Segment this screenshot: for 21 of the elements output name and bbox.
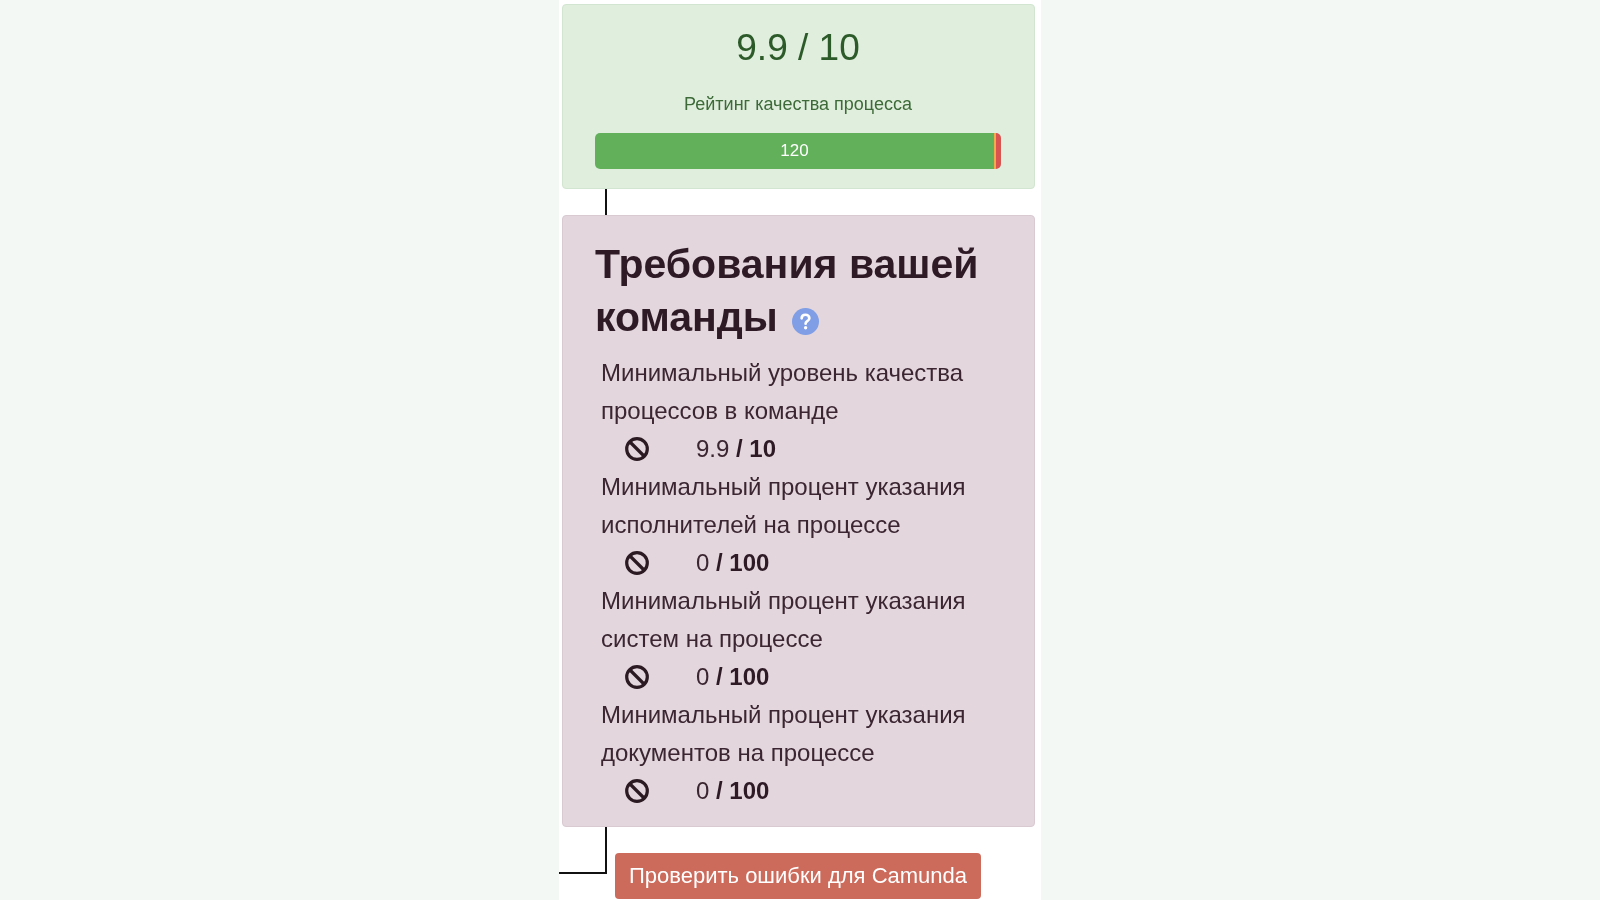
requirements-title: команды xyxy=(595,293,778,342)
requirement-label: Минимальный процент указания документов на процессе xyxy=(601,700,967,768)
progress-fill: 120 xyxy=(595,133,995,169)
check-errors-button[interactable]: Проверить ошибки для Camunda xyxy=(615,853,982,899)
score-value: 9.9 / 10 xyxy=(736,26,860,70)
requirement-value: 0 / 100 xyxy=(696,662,770,692)
connector-line xyxy=(605,189,607,215)
ban-icon xyxy=(625,437,649,461)
requirement-value: 0 / 100 xyxy=(696,776,770,806)
requirement-value: 0 / 100 xyxy=(696,548,770,578)
ban-icon xyxy=(625,779,649,803)
requirement-label: Минимальный уровень качества процессов в команде xyxy=(601,358,965,426)
requirement-label: Минимальный процент указания исполнителей на процессе xyxy=(601,472,967,540)
rating-caption: Рейтинг качества процесса xyxy=(684,93,912,115)
requirement-label: Минимальный процент указания систем на процессе xyxy=(601,586,967,654)
help-icon[interactable] xyxy=(791,308,819,335)
ban-icon xyxy=(625,551,649,575)
requirement-value: 9.9 / 10 xyxy=(696,434,777,464)
requirements-title: Требования вашей xyxy=(595,240,980,289)
connector-line xyxy=(559,827,607,874)
ban-icon xyxy=(625,665,649,689)
